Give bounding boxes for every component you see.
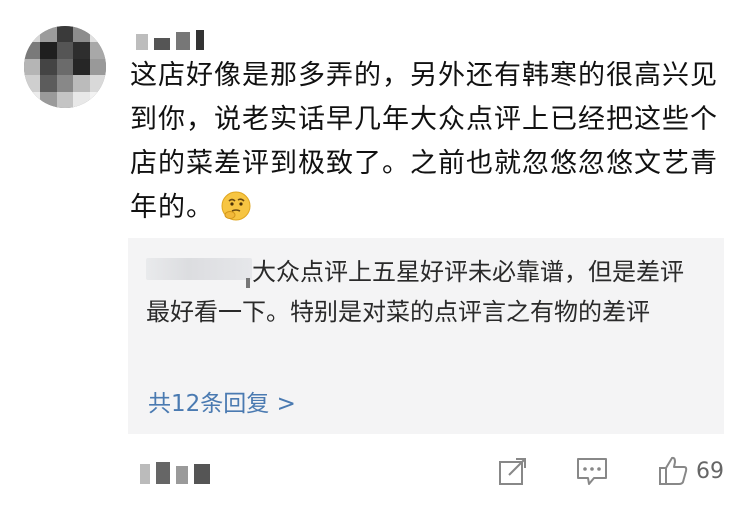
avatar-pixel <box>89 75 106 92</box>
avatar-pixel <box>40 91 57 108</box>
avatar-pixel <box>73 26 90 43</box>
avatar-pixel <box>56 26 74 43</box>
avatar[interactable] <box>24 26 106 108</box>
avatar-pixel <box>73 75 90 92</box>
avatar-pixel <box>73 91 90 108</box>
thinking-emoji-icon <box>221 191 251 221</box>
mosaic-block <box>156 462 170 484</box>
comment-text: 这店好像是那多弄的，另外还有韩寒的很高兴见到你，说老实话早几年大众点评上已经把这… <box>130 54 730 230</box>
avatar-pixel <box>89 26 106 43</box>
reply-preview[interactable]: 大众点评上五星好评未必靠谱，但是差评最好看一下。特别是对菜的点评言之有物的差评 … <box>128 238 724 434</box>
avatar-pixel <box>24 26 41 43</box>
like-button[interactable]: 69 <box>656 454 724 488</box>
avatar-pixel <box>40 26 57 43</box>
like-count: 69 <box>696 458 724 484</box>
mosaic-block <box>176 466 188 484</box>
avatar-pixel <box>56 75 74 92</box>
comment-button[interactable] <box>574 454 610 488</box>
avatar-pixel <box>24 75 41 92</box>
avatar-pixel <box>40 42 57 59</box>
avatar-pixel <box>40 75 57 92</box>
mosaic-block <box>154 38 170 50</box>
avatar-pixel <box>24 91 41 108</box>
view-replies-link[interactable]: 共12条回复 > <box>148 384 296 418</box>
avatar-pixel <box>56 58 74 76</box>
avatar-pixel <box>56 42 74 59</box>
avatar-pixel <box>73 58 90 76</box>
share-button[interactable] <box>496 454 530 488</box>
avatar-pixel <box>56 91 74 108</box>
mosaic-block <box>194 464 210 484</box>
mosaic-block <box>136 34 148 50</box>
mosaic-block <box>196 30 204 50</box>
avatar-pixel <box>89 58 106 76</box>
comment-icon <box>577 458 607 485</box>
comment-meta-obscured <box>140 462 210 484</box>
reply-text: 大众点评上五星好评未必靠谱，但是差评最好看一下。特别是对菜的点评言之有物的差评 <box>146 258 684 326</box>
avatar-pixel <box>73 42 90 59</box>
mosaic-block <box>176 32 190 50</box>
thumbs-up-icon <box>659 456 688 485</box>
avatar-pixel <box>24 58 41 76</box>
comment-body: 这店好像是那多弄的，另外还有韩寒的很高兴见到你，说老实话早几年大众点评上已经把这… <box>130 60 718 223</box>
avatar-pixel <box>89 91 106 108</box>
username-obscured[interactable] <box>136 30 204 50</box>
avatar-pixel <box>24 42 41 59</box>
mosaic-block <box>140 464 150 484</box>
comment-actions: 69 <box>496 454 724 488</box>
share-icon <box>499 458 526 485</box>
avatar-pixel <box>89 42 106 59</box>
avatar-pixel <box>40 58 57 76</box>
